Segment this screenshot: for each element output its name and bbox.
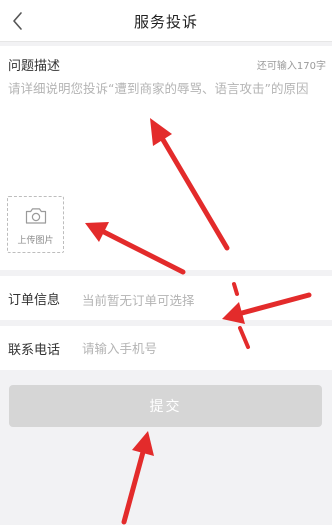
submit-button[interactable]: 提交 xyxy=(9,385,322,427)
order-info-row[interactable]: 订单信息 当前暂无订单可选择 xyxy=(0,276,332,320)
problem-description-card: 问题描述 还可输入170字 上传图片 xyxy=(0,46,332,270)
problem-description-input[interactable] xyxy=(8,78,324,150)
upload-image-button[interactable]: 上传图片 xyxy=(7,196,64,253)
upload-image-label: 上传图片 xyxy=(17,236,54,246)
contact-phone-row: 联系电话 xyxy=(0,326,332,370)
phone-input[interactable] xyxy=(82,336,312,360)
page-title: 服务投诉 xyxy=(133,13,198,31)
problem-description-label: 问题描述 xyxy=(8,59,61,74)
order-info-value: 当前暂无订单可选择 xyxy=(82,293,195,308)
camera-icon xyxy=(25,208,47,224)
char-count: 还可输入170字 xyxy=(256,61,326,72)
annotation-arrow-submit xyxy=(121,431,154,525)
order-info-label: 订单信息 xyxy=(8,293,61,308)
nav-bar: 服务投诉 xyxy=(0,0,332,42)
contact-phone-label: 联系电话 xyxy=(8,343,61,358)
